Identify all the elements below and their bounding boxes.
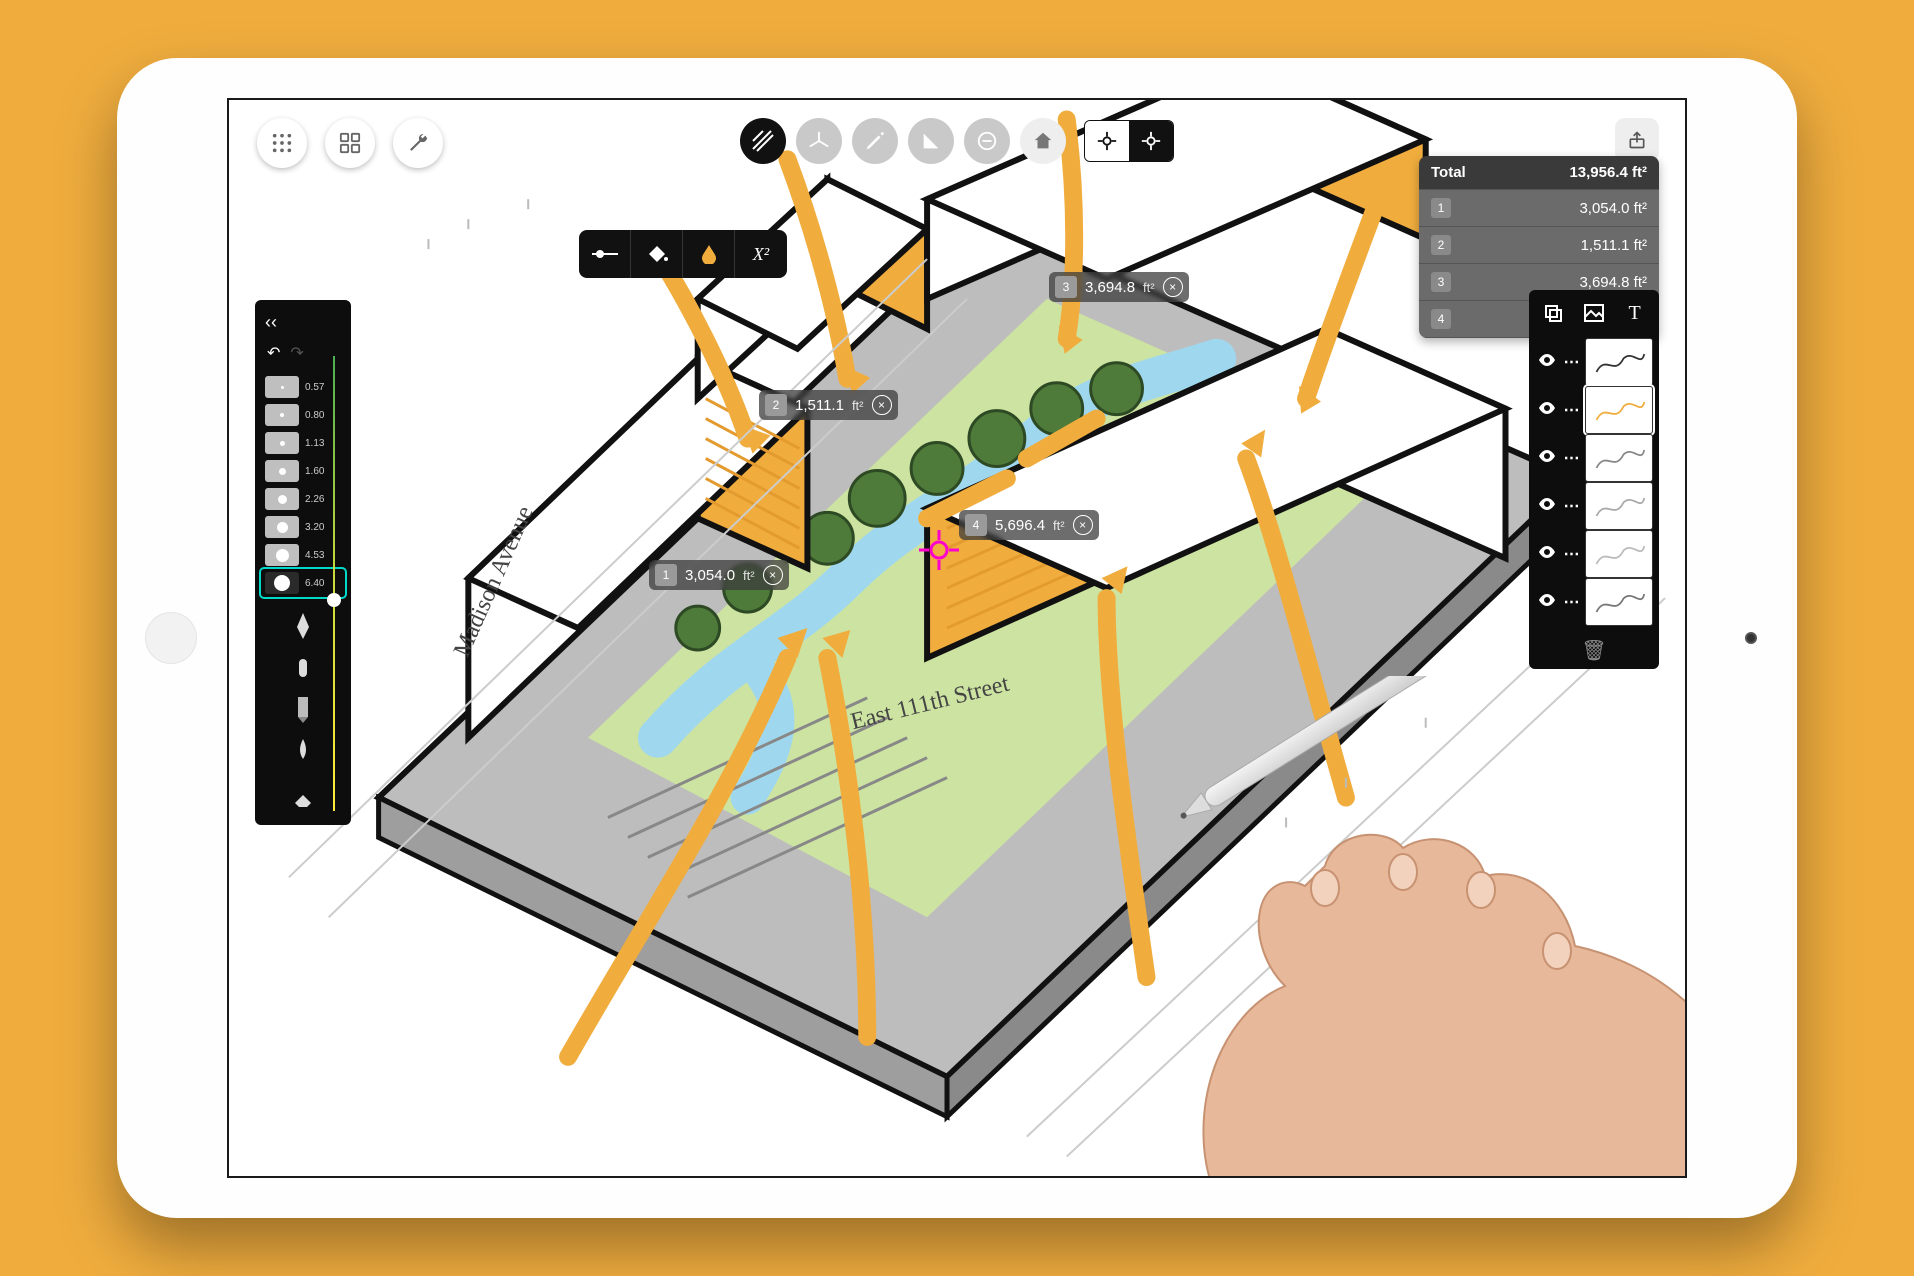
trash-icon[interactable]: 🗑	[1535, 630, 1653, 663]
area-row[interactable]: 13,054.0 ft²	[1419, 190, 1659, 227]
opacity-slider[interactable]	[325, 356, 343, 811]
ipad-frame: Drawing by Jim Keen	[117, 58, 1797, 1218]
measurement-badge[interactable]: 13,054.0ft²×	[649, 560, 789, 590]
wrench-icon[interactable]	[393, 118, 443, 168]
image-layer-icon[interactable]	[1579, 300, 1609, 326]
snap-black-icon[interactable]	[1129, 121, 1173, 161]
angle-tool-icon[interactable]	[908, 118, 954, 164]
apps-icon[interactable]	[325, 118, 375, 168]
measurement-badge[interactable]: 33,694.8ft²×	[1049, 272, 1189, 302]
brush-size-label: 0.57	[305, 382, 324, 393]
close-icon[interactable]: ×	[763, 565, 783, 585]
layer-thumbnail[interactable]	[1585, 578, 1653, 626]
home-button[interactable]	[145, 612, 197, 664]
layer-thumbnail[interactable]	[1585, 482, 1653, 530]
snap-white-icon[interactable]	[1085, 121, 1129, 161]
eye-icon[interactable]	[1535, 449, 1559, 467]
brush-size-label: 0.80	[305, 410, 324, 421]
drop-icon[interactable]	[683, 230, 735, 278]
more-icon[interactable]: ⋯	[1563, 592, 1581, 612]
more-icon[interactable]: ⋯	[1563, 496, 1581, 516]
bucket-icon[interactable]	[631, 230, 683, 278]
close-icon[interactable]: ×	[872, 395, 892, 415]
area-total-value: 13,956.4 ft²	[1569, 164, 1647, 181]
measurement-badge[interactable]: 45,696.4ft²×	[959, 510, 1099, 540]
brush-size-label: 6.40	[305, 578, 324, 589]
layer-thumbnail[interactable]	[1585, 434, 1653, 482]
snap-toggle[interactable]	[1084, 120, 1174, 162]
collapse-chevrons-icon[interactable]: ‹‹	[261, 310, 345, 339]
eye-icon[interactable]	[1535, 353, 1559, 371]
brush-size-label: 1.13	[305, 438, 324, 449]
line-dot-icon[interactable]	[579, 230, 631, 278]
layer-thumbnail[interactable]	[1585, 386, 1653, 434]
app-screen: Madison Avenue East 111th Street 13,054.…	[227, 98, 1687, 1178]
more-icon[interactable]: ⋯	[1563, 448, 1581, 468]
brush-size-label: 3.20	[305, 522, 324, 533]
close-icon[interactable]: ×	[1073, 515, 1093, 535]
hatch-tool-icon[interactable]	[740, 118, 786, 164]
axis-tool-icon[interactable]	[796, 118, 842, 164]
redo-icon[interactable]: ↷	[290, 343, 303, 363]
front-camera	[1745, 632, 1757, 644]
brush-icon[interactable]	[293, 737, 313, 765]
close-icon[interactable]: ×	[1163, 277, 1183, 297]
marker-icon[interactable]	[293, 695, 313, 723]
area-total-row: Total 13,956.4 ft²	[1419, 156, 1659, 190]
layer-copy-icon[interactable]	[1538, 300, 1568, 326]
layer-thumbnail[interactable]	[1585, 530, 1653, 578]
layer-thumbnail[interactable]	[1585, 338, 1653, 386]
brush-size-label: 4.53	[305, 550, 324, 561]
more-icon[interactable]: ⋯	[1563, 400, 1581, 420]
undo-icon[interactable]: ↶	[267, 343, 280, 363]
layer-row[interactable]: ⋯	[1535, 434, 1653, 482]
layer-row[interactable]: ⋯	[1535, 482, 1653, 530]
home-tool-icon[interactable]	[1020, 118, 1066, 164]
more-icon[interactable]: ⋯	[1563, 352, 1581, 372]
text-layer-icon[interactable]: T	[1620, 300, 1650, 326]
pen-nib-icon[interactable]	[293, 611, 313, 639]
pencil-tool-icon[interactable]	[852, 118, 898, 164]
brush-size-label: 1.60	[305, 466, 324, 477]
layer-row[interactable]: ⋯	[1535, 386, 1653, 434]
top-left-toolbar	[257, 118, 443, 168]
x-squared-icon[interactable]: X²	[735, 230, 787, 278]
eye-icon[interactable]	[1535, 545, 1559, 563]
eye-icon[interactable]	[1535, 497, 1559, 515]
grid-icon[interactable]	[257, 118, 307, 168]
brush-size-label: 2.26	[305, 494, 324, 505]
layers-panel: T ⋯ ⋯ ⋯ ⋯ ⋯ ⋯ 🗑	[1529, 290, 1659, 669]
layer-row[interactable]: ⋯	[1535, 578, 1653, 626]
top-center-toolbar	[740, 118, 1174, 164]
left-palette: ‹‹ ↶ ↷ 0.57 0.80 1.13 1.60 2.26 3.20 4.53 6.40	[255, 300, 351, 825]
eye-icon[interactable]	[1535, 401, 1559, 419]
layer-row[interactable]: ⋯	[1535, 338, 1653, 386]
pen-round-icon[interactable]	[293, 653, 313, 681]
eraser-icon[interactable]	[293, 779, 313, 807]
area-total-label: Total	[1431, 164, 1466, 181]
cursor-crosshair	[919, 530, 959, 570]
measurement-badge[interactable]: 21,511.1ft²×	[759, 390, 898, 420]
fill-toolbar: X²	[579, 230, 787, 278]
layer-row[interactable]: ⋯	[1535, 530, 1653, 578]
eye-icon[interactable]	[1535, 593, 1559, 611]
area-row[interactable]: 21,511.1 ft²	[1419, 227, 1659, 264]
more-icon[interactable]: ⋯	[1563, 544, 1581, 564]
minus-tool-icon[interactable]	[964, 118, 1010, 164]
